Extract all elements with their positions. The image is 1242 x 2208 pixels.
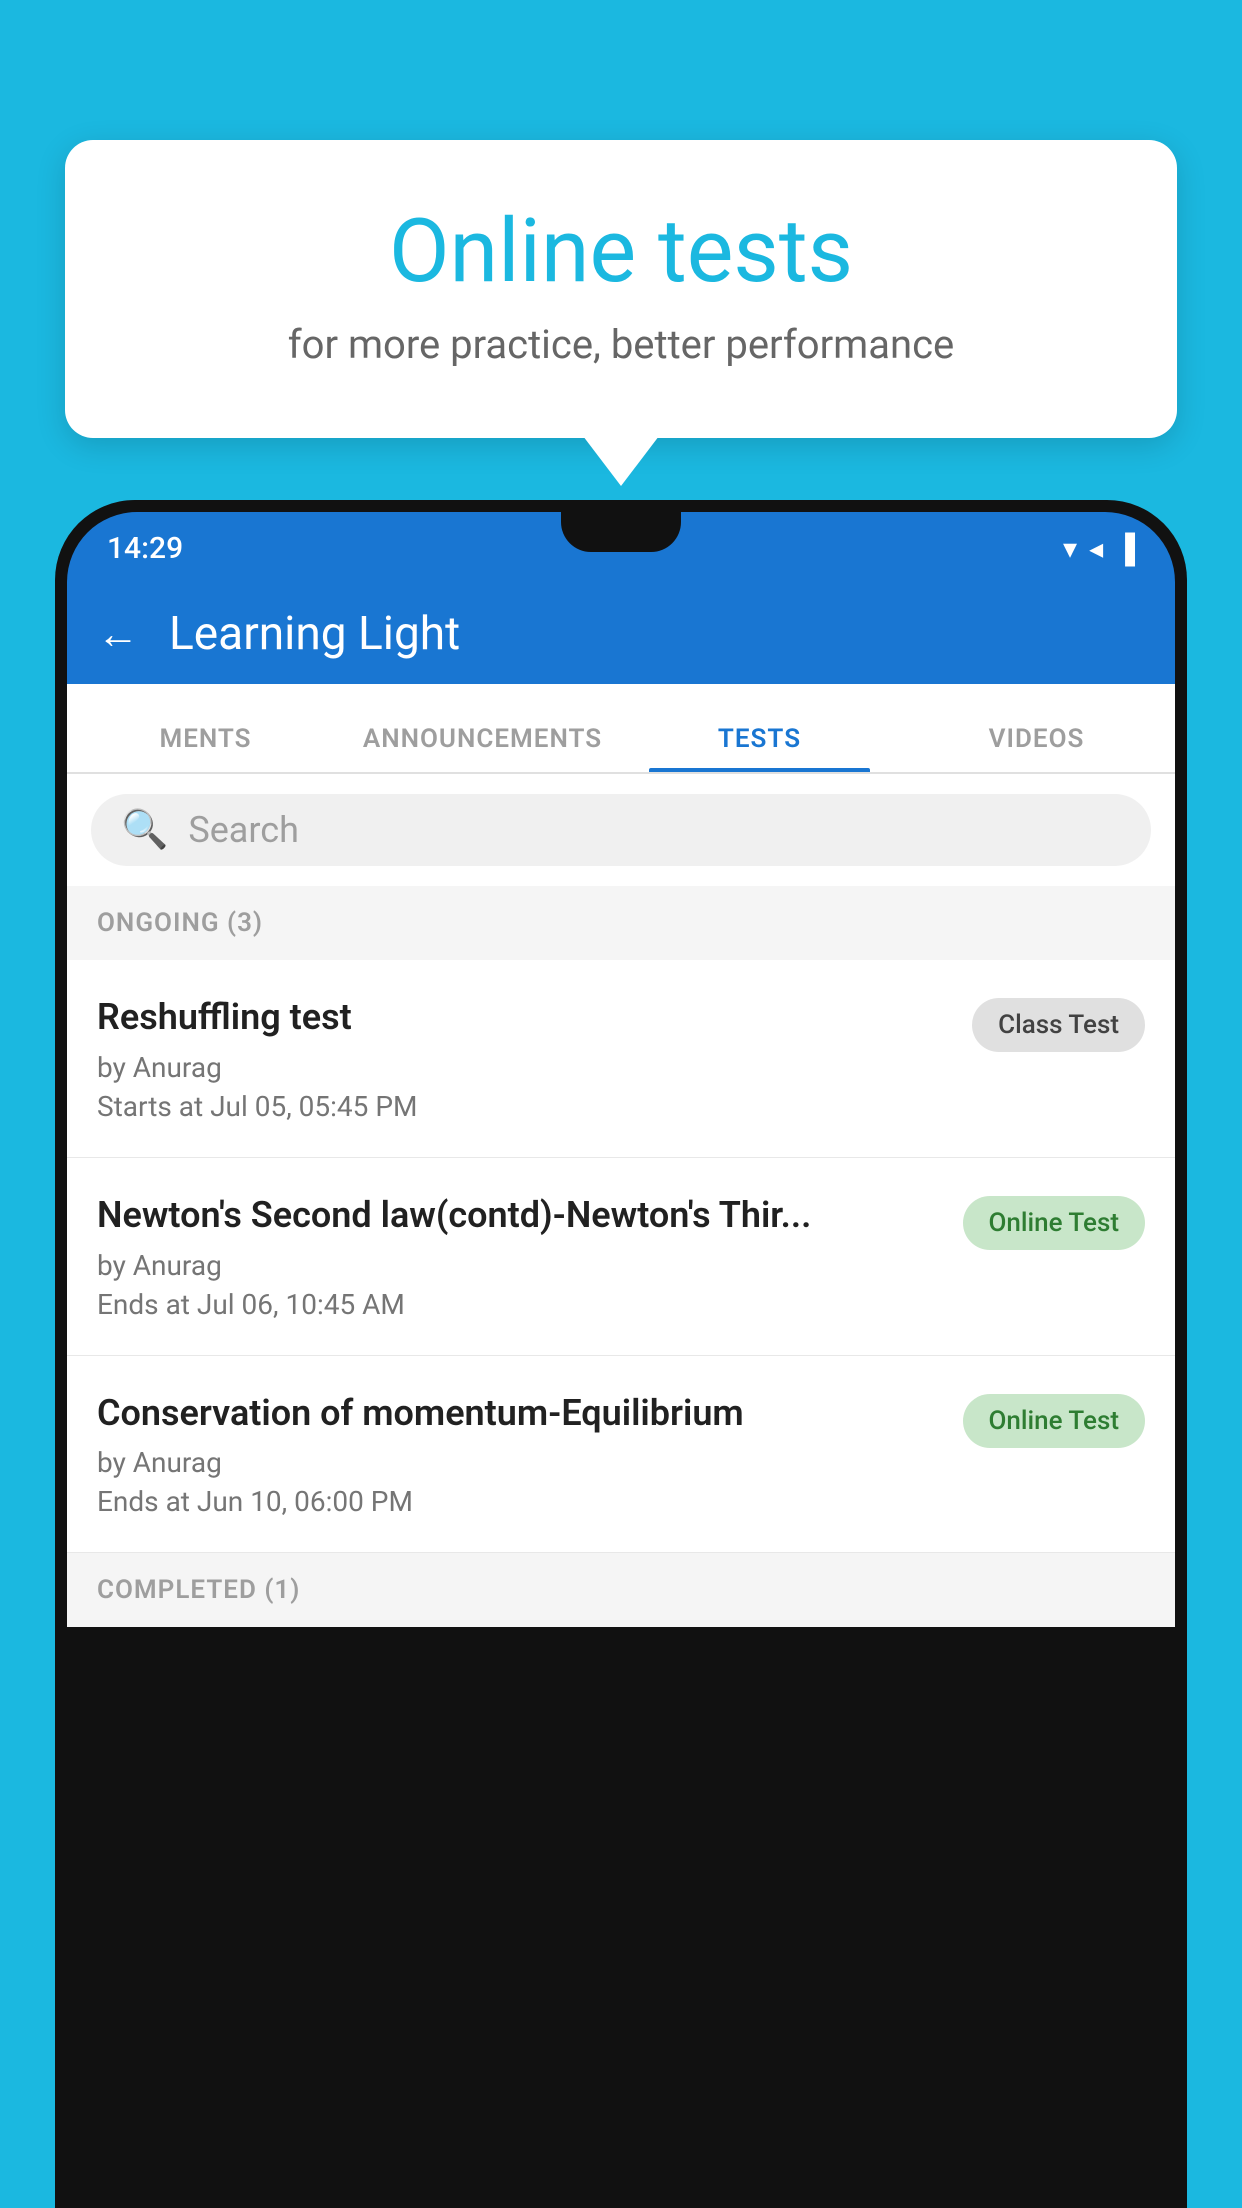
- badge-class-reshuffling: Class Test: [972, 998, 1145, 1052]
- speech-bubble: Online tests for more practice, better p…: [65, 140, 1177, 438]
- bubble-title: Online tests: [145, 200, 1097, 303]
- test-date-newtons: Ends at Jul 06, 10:45 AM: [97, 1288, 943, 1321]
- search-icon: 🔍: [121, 808, 168, 852]
- test-meta-newtons: by Anurag: [97, 1249, 943, 1282]
- status-icons: ▾ ◂ ▐: [1063, 532, 1135, 565]
- test-date-conservation: Ends at Jun 10, 06:00 PM: [97, 1485, 943, 1518]
- test-meta-reshuffling: by Anurag: [97, 1051, 952, 1084]
- back-button[interactable]: ←: [97, 610, 139, 659]
- notch: [561, 512, 681, 552]
- tab-ments[interactable]: MENTS: [67, 724, 344, 772]
- app-bar: ← Learning Light: [67, 584, 1175, 684]
- test-info-conservation: Conservation of momentum-Equilibrium by …: [97, 1390, 963, 1519]
- status-time: 14:29: [107, 531, 183, 566]
- tab-announcements[interactable]: ANNOUNCEMENTS: [344, 724, 621, 772]
- test-meta-conservation: by Anurag: [97, 1446, 943, 1479]
- tab-tests[interactable]: TESTS: [621, 724, 898, 772]
- test-info-reshuffling: Reshuffling test by Anurag Starts at Jul…: [97, 994, 972, 1123]
- search-input[interactable]: 🔍 Search: [91, 794, 1151, 866]
- completed-section-header: COMPLETED (1): [67, 1553, 1175, 1627]
- wifi-icon: ▾: [1063, 532, 1077, 565]
- status-bar: 14:29 ▾ ◂ ▐: [67, 512, 1175, 584]
- app-title: Learning Light: [169, 607, 460, 661]
- test-name-conservation: Conservation of momentum-Equilibrium: [97, 1390, 943, 1437]
- battery-icon: ▐: [1115, 532, 1135, 565]
- test-item-conservation[interactable]: Conservation of momentum-Equilibrium by …: [67, 1356, 1175, 1554]
- test-name-newtons: Newton's Second law(contd)-Newton's Thir…: [97, 1192, 943, 1239]
- test-name-reshuffling: Reshuffling test: [97, 994, 952, 1041]
- test-info-newtons: Newton's Second law(contd)-Newton's Thir…: [97, 1192, 963, 1321]
- screen-content: 🔍 Search ONGOING (3) Reshuffling test by…: [67, 774, 1175, 1627]
- tab-videos[interactable]: VIDEOS: [898, 724, 1175, 772]
- ongoing-section-header: ONGOING (3): [67, 886, 1175, 960]
- phone-inner: 14:29 ▾ ◂ ▐ ← Learning Light MENTS ANNOU…: [67, 512, 1175, 2208]
- badge-online-conservation: Online Test: [963, 1394, 1146, 1448]
- signal-icon: ◂: [1089, 532, 1103, 565]
- bubble-subtitle: for more practice, better performance: [145, 321, 1097, 368]
- test-item-newtons[interactable]: Newton's Second law(contd)-Newton's Thir…: [67, 1158, 1175, 1356]
- test-item-reshuffling[interactable]: Reshuffling test by Anurag Starts at Jul…: [67, 960, 1175, 1158]
- phone-frame: 14:29 ▾ ◂ ▐ ← Learning Light MENTS ANNOU…: [55, 500, 1187, 2208]
- search-placeholder-text: Search: [188, 809, 299, 851]
- badge-online-newtons: Online Test: [963, 1196, 1146, 1250]
- test-date-reshuffling: Starts at Jul 05, 05:45 PM: [97, 1090, 952, 1123]
- search-container: 🔍 Search: [67, 774, 1175, 886]
- tabs-bar: MENTS ANNOUNCEMENTS TESTS VIDEOS: [67, 684, 1175, 774]
